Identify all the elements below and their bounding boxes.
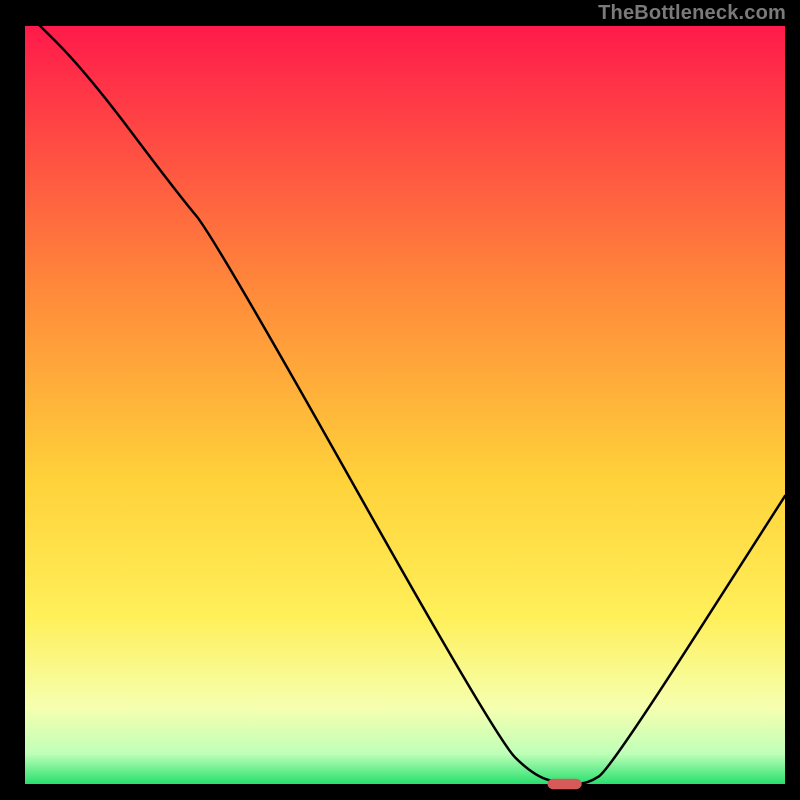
optimal-marker bbox=[548, 779, 582, 790]
plot-area bbox=[25, 26, 785, 784]
watermark-text: TheBottleneck.com bbox=[598, 2, 786, 25]
chart-frame: TheBottleneck.com bbox=[0, 0, 800, 800]
bottleneck-chart bbox=[0, 0, 800, 800]
